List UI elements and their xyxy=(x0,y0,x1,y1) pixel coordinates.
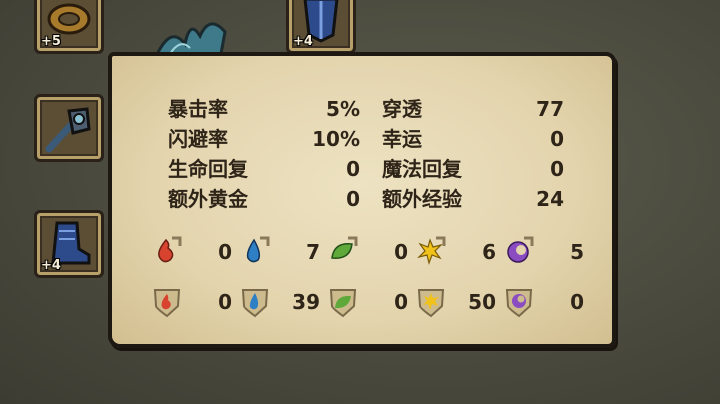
stat-value-mp-regen: 0 xyxy=(550,157,564,181)
element-value: 7 xyxy=(306,240,320,264)
dark-shield-icon xyxy=(505,289,533,318)
dark-moon-icon xyxy=(507,236,534,263)
stat-label-extra-gold: 额外黄金 xyxy=(168,187,248,211)
water-shield-icon xyxy=(241,289,269,318)
lightning-shield-icon xyxy=(417,289,445,318)
stat-value-extra-exp: 24 xyxy=(536,187,564,211)
element-defense-nature: 0 xyxy=(328,282,416,322)
element-attack-lightning: 6 xyxy=(416,232,504,272)
element-defense-row: 0 39 0 50 0 xyxy=(152,282,592,322)
equipment-slot-boots[interactable]: +4 xyxy=(34,210,104,278)
element-attack-nature: 0 xyxy=(328,232,416,272)
slot-level: +4 xyxy=(41,258,61,273)
stat-value-crit-rate: 5% xyxy=(326,97,360,121)
element-attack-fire: 0 xyxy=(152,232,240,272)
stat-value-extra-gold: 0 xyxy=(346,187,360,211)
element-value: 0 xyxy=(394,240,408,264)
element-attack-water: 7 xyxy=(240,232,328,272)
stat-label-penetration: 穿透 xyxy=(382,97,422,121)
element-defense-dark: 0 xyxy=(504,282,592,322)
lightning-icon xyxy=(417,236,446,266)
element-defense-lightning: 50 xyxy=(416,282,504,322)
stat-label-crit-rate: 暴击率 xyxy=(168,97,228,121)
stat-label-dodge-rate: 闪避率 xyxy=(168,127,228,151)
equipment-slot-weapon[interactable] xyxy=(34,94,104,162)
element-defense-fire: 0 xyxy=(152,282,240,322)
stat-row: 生命回复 0 魔法回复 0 xyxy=(168,154,568,184)
stat-value-hp-regen: 0 xyxy=(346,157,360,181)
stat-value-luck: 0 xyxy=(550,127,564,151)
stat-label-luck: 幸运 xyxy=(382,127,422,151)
stat-value-dodge-rate: 10% xyxy=(312,127,360,151)
element-defense-water: 39 xyxy=(240,282,328,322)
stat-value-penetration: 77 xyxy=(536,97,564,121)
element-value: 6 xyxy=(482,240,496,264)
element-value: 0 xyxy=(218,290,232,314)
element-value: 50 xyxy=(468,290,496,314)
element-value: 0 xyxy=(394,290,408,314)
stats-grid: 暴击率 5% 穿透 77 闪避率 10% 幸运 0 生命回复 0 魔法回复 0 … xyxy=(168,94,568,214)
element-value: 5 xyxy=(570,240,584,264)
stat-label-hp-regen: 生命回复 xyxy=(168,157,248,181)
stat-label-extra-exp: 额外经验 xyxy=(382,187,462,211)
slot-level: +5 xyxy=(41,34,61,49)
equipment-slot-armor[interactable]: +4 xyxy=(286,0,356,54)
element-value: 0 xyxy=(218,240,232,264)
stat-row: 闪避率 10% 幸运 0 xyxy=(168,124,568,154)
stat-label-mp-regen: 魔法回复 xyxy=(382,157,462,181)
equipment-slot-ring[interactable]: +5 xyxy=(34,0,104,54)
water-icon xyxy=(246,236,270,263)
fire-icon xyxy=(158,236,182,263)
slot-level: +4 xyxy=(293,34,313,49)
fire-shield-icon xyxy=(153,289,181,318)
stat-row: 额外黄金 0 额外经验 24 xyxy=(168,184,568,214)
leaf-icon xyxy=(331,236,358,259)
stat-row: 暴击率 5% 穿透 77 xyxy=(168,94,568,124)
element-attack-row: 0 7 0 6 5 xyxy=(152,232,592,272)
element-value: 39 xyxy=(292,290,320,314)
leaf-shield-icon xyxy=(329,289,357,318)
stats-panel: 暴击率 5% 穿透 77 闪避率 10% 幸运 0 生命回复 0 魔法回复 0 … xyxy=(108,52,616,348)
element-value: 0 xyxy=(570,290,584,314)
club-weapon-icon xyxy=(45,107,91,153)
element-attack-dark: 5 xyxy=(504,232,592,272)
